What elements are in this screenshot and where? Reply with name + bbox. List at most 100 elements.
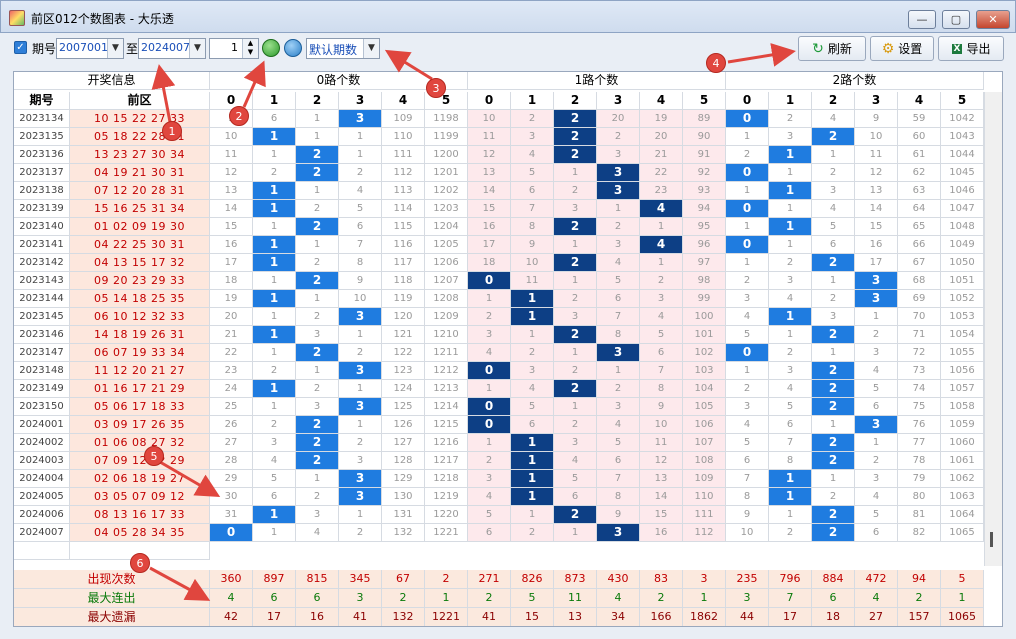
count-column-header[interactable]: 4 [382,92,425,110]
default-period-select[interactable]: 默认期数 ▼ [306,38,380,59]
omission-cell: 1 [597,200,640,218]
omission-cell: 2 [468,308,511,326]
count-stepper[interactable]: 1 ▲ ▼ [209,38,259,59]
count-column-header[interactable]: 0 [468,92,511,110]
table-row[interactable]: 2023148 11 12 20 21 27 23 2 1 3 123 1212 0 3 2 1 7 10… [14,362,984,380]
from-period-select[interactable]: 2007001 ▼ [56,38,124,59]
count-column-header[interactable]: 5 [941,92,984,110]
omission-cell: 13 [468,164,511,182]
omission-cell: 1053 [941,308,984,326]
omission-cell: 1 [812,416,855,434]
count-column-header[interactable]: 3 [597,92,640,110]
refresh-button[interactable]: ↻ 刷新 [798,36,866,61]
hit-cell: 1 [253,506,296,524]
table-row[interactable]: 2024001 03 09 17 26 35 26 2 2 1 126 1215 0 6 2 4 10 1… [14,416,984,434]
hit-cell: 2 [296,272,339,290]
close-button[interactable]: ✕ [976,10,1010,29]
count-column-header[interactable]: 3 [855,92,898,110]
count-column-header[interactable]: 5 [683,92,726,110]
table-row[interactable]: 2023147 06 07 19 33 34 22 1 2 2 122 1211 4 2 1 3 6 10… [14,344,984,362]
omission-cell: 4 [769,380,812,398]
table-row[interactable]: 2024005 03 05 07 09 12 30 6 2 3 130 1219 4 1 6 8 14 1… [14,488,984,506]
omission-cell: 7 [511,200,554,218]
omission-cell: 5 [253,470,296,488]
count-column-header[interactable]: 0 [210,92,253,110]
chevron-down-icon[interactable]: ▼ [363,39,379,58]
vertical-scrollbar[interactable] [984,92,1002,566]
period-column-header[interactable]: 期号 [14,92,70,110]
omission-cell: 16 [640,524,683,542]
stats-value: 1 [683,589,726,608]
table-row[interactable]: 2023135 05 18 22 28 31 10 1 1 1 110 1199 11 3 2 2 20… [14,128,984,146]
table-row[interactable]: 2023146 14 18 19 26 31 21 1 3 1 121 1210 3 1 2 8 5 10… [14,326,984,344]
omission-cell: 9 [511,236,554,254]
chevron-down-icon[interactable]: ▼ [189,39,205,58]
stats-label: 最大遗漏 [14,608,210,626]
count-column-header[interactable]: 1 [511,92,554,110]
omission-cell: 1 [726,218,769,236]
count-column-header[interactable]: 0 [726,92,769,110]
hit-cell: 2 [554,380,597,398]
hit-cell: 0 [726,236,769,254]
table-row[interactable]: 2023141 04 22 25 30 31 16 1 1 7 116 1205 17 9 1 3 4 9… [14,236,984,254]
up-arrow-icon[interactable] [284,39,302,57]
info-header: 开奖信息 [14,72,210,90]
omission-cell: 15 [210,218,253,236]
table-row[interactable]: 2023138 07 12 20 28 31 13 1 1 4 113 1202 14 6 2 3 23… [14,182,984,200]
chevron-down-icon[interactable]: ▼ [107,39,123,58]
table-row[interactable]: 2023150 05 06 17 18 33 25 1 3 3 125 1214 0 5 1 3 9 10… [14,398,984,416]
omission-cell: 3 [769,272,812,290]
table-row[interactable]: 2024006 08 13 16 17 33 31 1 3 1 131 1220 5 1 2 9 15 1… [14,506,984,524]
count-column-header[interactable]: 4 [898,92,941,110]
omission-cell: 1213 [425,380,468,398]
omission-cell: 2 [769,110,812,128]
period-checkbox[interactable]: ✓ [14,41,27,54]
omission-cell: 1203 [425,200,468,218]
omission-cell: 1211 [425,344,468,362]
omission-cell: 3 [339,452,382,470]
table-row[interactable]: 2023149 01 16 17 21 29 24 1 2 1 124 1213 1 4 2 2 8 10… [14,380,984,398]
omission-cell: 1 [253,272,296,290]
count-column-header[interactable]: 2 [296,92,339,110]
settings-button[interactable]: ⚙ 设置 [870,36,934,61]
omission-cell: 8 [726,488,769,506]
export-button[interactable]: X 导出 [938,36,1004,61]
maximize-button[interactable]: ▢ [942,10,970,29]
omission-cell: 1212 [425,362,468,380]
table-row[interactable]: 2023144 05 14 18 25 35 19 1 1 10 119 1208 1 1 2 6 3 9… [14,290,984,308]
period-cell: 2023135 [14,128,70,146]
count-column-header[interactable]: 2 [812,92,855,110]
count-column-header[interactable]: 3 [339,92,382,110]
omission-cell: 94 [683,200,726,218]
omission-cell: 4 [468,344,511,362]
omission-cell: 77 [898,434,941,452]
minimize-button[interactable]: — [908,10,936,29]
stats-value: 472 [855,570,898,589]
count-column-header[interactable]: 1 [769,92,812,110]
data-grid[interactable]: 开奖信息 0路个数 1路个数 2路个数 期号 前区 01234501234501… [13,71,1003,627]
front-column-header[interactable]: 前区 [70,92,210,110]
table-row[interactable]: 2024004 02 06 18 19 27 29 5 1 3 129 1218 3 1 5 7 13 1… [14,470,984,488]
to-period-select[interactable]: 2024007 ▼ [138,38,206,59]
omission-cell: 3 [855,344,898,362]
scrollbar-thumb[interactable] [990,532,993,547]
stepper-arrows-icon[interactable]: ▲ ▼ [242,39,258,58]
table-row[interactable]: 2023140 01 02 09 19 30 15 1 2 6 115 1204 16 8 2 2 1 9… [14,218,984,236]
omission-cell: 2 [769,344,812,362]
count-column-header[interactable]: 2 [554,92,597,110]
table-row[interactable]: 2023142 04 13 15 17 32 17 1 2 8 117 1206 18 10 2 4 1… [14,254,984,272]
period-cell: 2023140 [14,218,70,236]
omission-cell: 115 [382,218,425,236]
count-column-header[interactable]: 4 [640,92,683,110]
table-row[interactable]: 2023137 04 19 21 30 31 12 2 2 2 112 1201 13 5 1 3 22… [14,164,984,182]
omission-cell: 2 [339,164,382,182]
table-row[interactable]: 2023143 09 20 23 29 33 18 1 2 9 118 1207 0 11 1 5 2 9… [14,272,984,290]
table-row[interactable]: 202313410 15 22 27 331613109119810222019… [14,110,984,128]
next-arrow-icon[interactable] [262,39,280,57]
count-column-header[interactable]: 1 [253,92,296,110]
table-row[interactable]: 2024007 04 05 28 34 35 0 1 4 2 132 1221 6 2 1 3 16 11… [14,524,984,542]
table-row[interactable]: 2023145 06 10 12 32 33 20 1 2 3 120 1209 2 1 3 7 4 10… [14,308,984,326]
stats-value: 345 [339,570,382,589]
table-row[interactable]: 2023136 13 23 27 30 34 11 1 2 1 111 1200 12 4 2 3 21… [14,146,984,164]
table-row[interactable]: 2023139 15 16 25 31 34 14 1 2 5 114 1203 15 7 3 1 4 9… [14,200,984,218]
